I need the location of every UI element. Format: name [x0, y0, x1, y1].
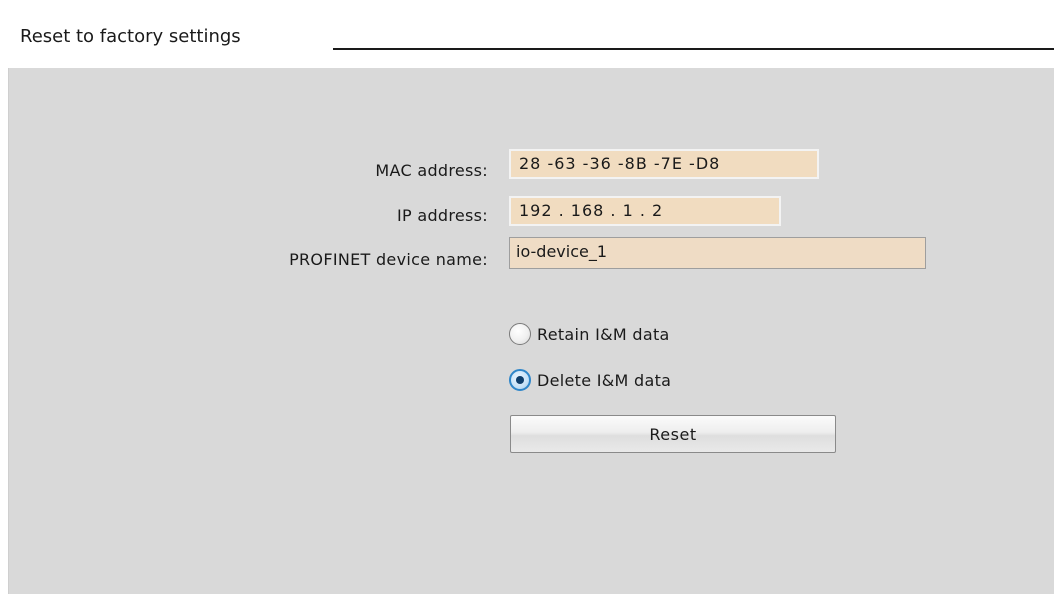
retain-im-data-radio[interactable]: [509, 323, 531, 345]
delete-im-data-label[interactable]: Delete I&M data: [537, 371, 671, 390]
delete-im-data-radio[interactable]: [509, 369, 531, 391]
mac-address-field: 28 -63 -36 -8B -7E -D8: [509, 149, 819, 179]
delete-im-data-option[interactable]: Delete I&M data: [509, 367, 671, 393]
retain-im-data-option[interactable]: Retain I&M data: [509, 321, 670, 347]
section-title: Reset to factory settings: [20, 26, 241, 47]
reset-factory-settings-panel: Reset to factory settings MAC address: I…: [8, 9, 1054, 594]
mac-address-label: MAC address:: [375, 161, 488, 180]
panel-left-border: [8, 68, 9, 594]
section-title-rule: [333, 48, 1054, 50]
ip-address-label: IP address:: [396, 206, 488, 225]
ip-address-field: 192 . 168 . 1 . 2: [509, 196, 781, 226]
radio-selected-dot: [516, 376, 524, 384]
section-header: Reset to factory settings: [8, 9, 1054, 68]
profinet-device-name-label: PROFINET device name:: [289, 250, 488, 269]
retain-im-data-label[interactable]: Retain I&M data: [537, 325, 670, 344]
reset-button[interactable]: Reset: [510, 415, 836, 453]
profinet-device-name-field: io-device_1: [509, 237, 926, 269]
